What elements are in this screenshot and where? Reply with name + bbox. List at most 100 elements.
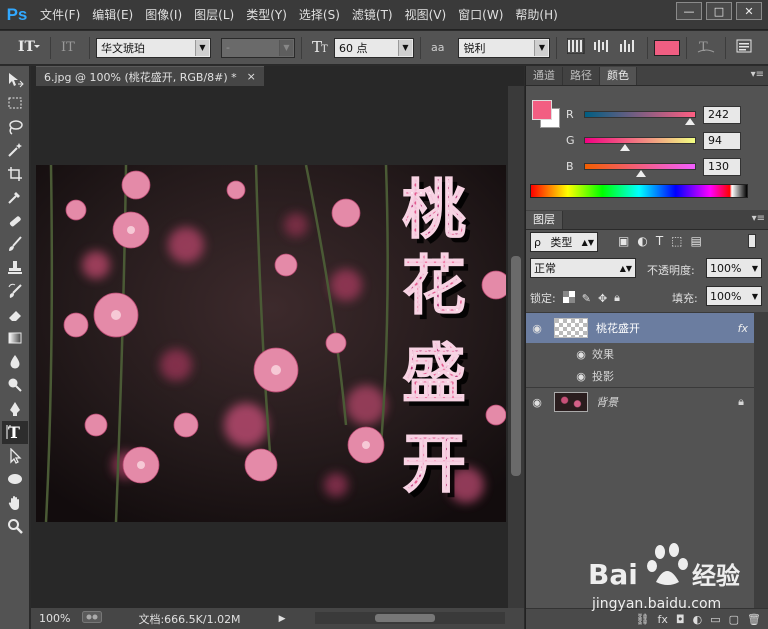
smart-object-filter-icon[interactable]: ▤	[691, 234, 702, 248]
layer-name[interactable]: 桃花盛开	[596, 320, 640, 336]
separator	[50, 36, 51, 59]
lock-all-icon[interactable]: 🔒︎	[614, 291, 620, 305]
type-tool-icon[interactable]: T	[1, 420, 28, 444]
menu-select[interactable]: 选择(S)	[293, 0, 346, 30]
image-canvas[interactable]: 桃 桃 花 花 盛 盛 开 开	[36, 165, 506, 522]
marquee-tool-icon[interactable]	[2, 92, 28, 116]
menu-help[interactable]: 帮助(H)	[509, 0, 563, 30]
type-filter-icon[interactable]: T	[656, 234, 663, 248]
antialias-select[interactable]: 锐利 ▼	[458, 37, 551, 58]
pen-tool-icon[interactable]	[2, 397, 28, 421]
brush-tool-icon[interactable]	[2, 233, 28, 257]
clone-stamp-tool-icon[interactable]	[2, 256, 28, 280]
minimize-button[interactable]: —	[676, 2, 702, 20]
fx-icon[interactable]: fx	[738, 322, 748, 335]
play-icon[interactable]: ▶	[279, 614, 286, 624]
tab-paths[interactable]: 路径	[563, 67, 600, 85]
move-tool-icon[interactable]	[2, 68, 28, 92]
layer-effects-row[interactable]: ◉ 效果	[526, 343, 754, 365]
layer-item-text[interactable]: ◉ 桃花盛开 fx	[526, 313, 754, 343]
font-size-select[interactable]: 60 点 ▼	[334, 37, 414, 58]
layer-item-background[interactable]: ◉ 背景 🔒︎	[526, 388, 754, 416]
text-color-swatch[interactable]	[654, 39, 681, 56]
hand-tool-icon[interactable]	[2, 491, 28, 515]
green-channel-value[interactable]: 94	[703, 132, 741, 150]
lock-position-icon[interactable]: ✥	[598, 292, 607, 305]
zoom-level[interactable]: 100%	[39, 612, 70, 625]
eyedropper-tool-icon[interactable]	[2, 186, 28, 210]
lasso-tool-icon[interactable]	[2, 115, 28, 139]
align-center-icon[interactable]	[589, 38, 615, 58]
gradient-tool-icon[interactable]	[2, 327, 28, 351]
eye-icon[interactable]: ◉	[570, 348, 592, 361]
healing-brush-tool-icon[interactable]	[2, 209, 28, 233]
pixel-filter-icon[interactable]: ▣	[618, 234, 629, 248]
panel-menu-icon[interactable]: ▾≡	[752, 213, 765, 224]
menu-filter[interactable]: 滤镜(T)	[346, 0, 399, 30]
foreground-color-swatch[interactable]	[532, 100, 552, 120]
layer-name[interactable]: 背景	[596, 394, 618, 410]
menu-window[interactable]: 窗口(W)	[452, 0, 509, 30]
layer-effect-drop-shadow[interactable]: ◉ 投影	[526, 365, 754, 387]
menu-image[interactable]: 图像(I)	[139, 0, 188, 30]
blue-channel-slider[interactable]	[584, 163, 696, 170]
shape-filter-icon[interactable]: ⬚	[671, 234, 682, 248]
magic-wand-tool-icon[interactable]	[2, 139, 28, 163]
align-left-icon[interactable]	[563, 37, 589, 58]
scrollbar-thumb[interactable]	[375, 614, 435, 622]
blend-mode-select[interactable]: 正常 ▲▼	[530, 258, 636, 278]
font-style-select[interactable]: - ▼	[221, 37, 295, 58]
document-tab[interactable]: 6.jpg @ 100% (桃花盛开, RGB/8#) * ×	[36, 66, 264, 86]
lock-transparent-icon[interactable]	[562, 290, 575, 306]
red-channel-slider[interactable]	[584, 111, 696, 118]
menu-layer[interactable]: 图层(L)	[188, 0, 240, 30]
eye-icon[interactable]: ◉	[570, 370, 592, 383]
character-panel-icon[interactable]	[732, 38, 756, 58]
text-orientation-icon[interactable]: IT	[57, 38, 83, 58]
blue-channel-value[interactable]: 130	[703, 158, 741, 176]
red-channel-knob[interactable]	[685, 118, 696, 125]
history-brush-tool-icon[interactable]	[2, 280, 28, 304]
restore-button[interactable]: □	[706, 2, 732, 20]
opacity-field[interactable]: 100% ▼	[706, 258, 762, 278]
adjustment-filter-icon[interactable]: ◐	[637, 234, 647, 248]
type-tool-preset-icon[interactable]: IT	[14, 38, 44, 58]
eraser-tool-icon[interactable]	[2, 303, 28, 327]
panel-menu-icon[interactable]: ▾≡	[751, 69, 764, 80]
menu-file[interactable]: 文件(F)	[34, 0, 86, 30]
blue-channel-knob[interactable]	[636, 170, 647, 177]
ellipse-tool-icon[interactable]	[2, 468, 28, 492]
blur-tool-icon[interactable]	[2, 350, 28, 374]
close-icon[interactable]: ×	[247, 70, 256, 83]
green-channel-knob[interactable]	[620, 144, 631, 151]
red-channel-value[interactable]: 242	[703, 106, 741, 124]
dodge-tool-icon[interactable]	[2, 374, 28, 398]
document-vertical-scrollbar[interactable]	[508, 86, 524, 608]
canvas-char-4: 开	[402, 428, 466, 502]
color-spectrum-bar[interactable]	[530, 184, 748, 198]
font-family-select[interactable]: 华文琥珀 ▼	[96, 37, 211, 58]
tab-color[interactable]: 颜色	[600, 67, 637, 85]
align-right-icon[interactable]	[615, 38, 641, 58]
tab-layers[interactable]: 图层	[526, 211, 563, 229]
lock-pixels-icon[interactable]: ✎	[582, 292, 591, 305]
crop-tool-icon[interactable]	[2, 162, 28, 186]
menu-view[interactable]: 视图(V)	[399, 0, 453, 30]
green-channel-slider[interactable]	[584, 137, 696, 144]
eye-icon[interactable]: ◉	[526, 322, 548, 335]
eye-icon[interactable]: ◉	[526, 396, 548, 409]
path-selection-tool-icon[interactable]	[2, 444, 28, 468]
layer-filter-kind-select[interactable]: ρ 类型 ▲▼	[530, 232, 598, 252]
menu-type[interactable]: 类型(Y)	[240, 0, 293, 30]
scrollbar-thumb[interactable]	[511, 256, 521, 476]
filter-toggle-switch[interactable]	[748, 234, 756, 248]
zoom-tool-icon[interactable]	[2, 515, 28, 539]
tab-channels[interactable]: 通道	[526, 67, 563, 85]
fill-field[interactable]: 100% ▼	[706, 286, 762, 306]
document-horizontal-scrollbar[interactable]	[315, 612, 505, 624]
chevron-down-icon: ▼	[195, 39, 209, 56]
warp-text-icon[interactable]: T	[693, 38, 719, 58]
close-button[interactable]: ✕	[736, 2, 762, 20]
share-icon[interactable]	[82, 611, 103, 626]
menu-edit[interactable]: 编辑(E)	[86, 0, 139, 30]
